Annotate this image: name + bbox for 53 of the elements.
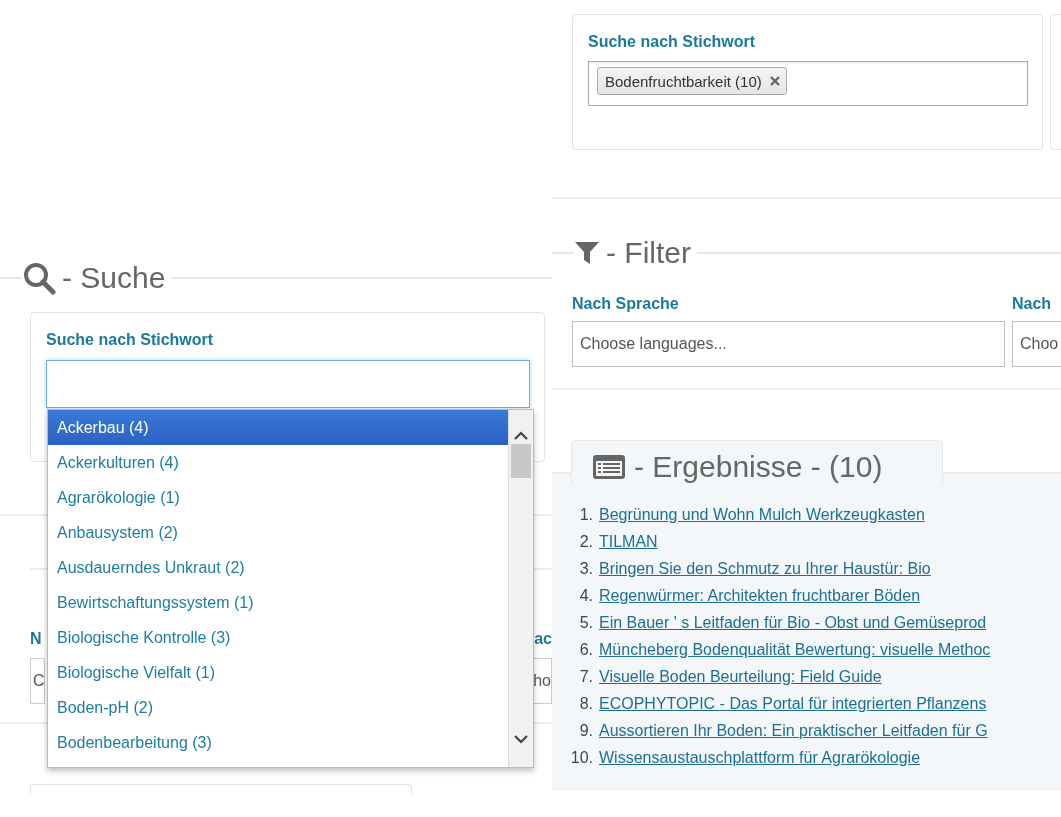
result-link[interactable]: Müncheberg Bodenqualität Bewertung: visuelle Methoc: [599, 640, 991, 659]
list-icon: [592, 454, 626, 480]
dropdown-option[interactable]: Boden-pH (2): [48, 690, 508, 725]
dropdown-option[interactable]: Bewirtschaftungssystem (1): [48, 585, 508, 620]
field-label: Nach Sprache: [572, 295, 680, 313]
result-link[interactable]: ECOPHYTOPIC - Das Portal für integrierten Pflanzens: [599, 694, 987, 713]
result-link[interactable]: TILMAN: [599, 532, 658, 551]
list-number: 5.: [578, 613, 594, 632]
dropdown-option[interactable]: Anbausystem (2): [48, 515, 508, 550]
select-field[interactable]: Choose languages...: [572, 321, 1005, 367]
filter-icon: [574, 240, 600, 266]
result-link[interactable]: Aussortieren Ihr Boden: Ein praktischer Leitfaden für G: [599, 721, 988, 740]
dropdown-option[interactable]: Biologische Kontrolle (3): [48, 620, 508, 655]
keyword-tag: Bodenfruchtbarkeit (10): [597, 67, 787, 95]
scrollbar[interactable]: [508, 410, 533, 767]
list-number: 10.: [569, 748, 594, 767]
keyword-input[interactable]: [46, 360, 530, 408]
section-title: - Filter: [605, 236, 692, 270]
select-field[interactable]: Choo: [1012, 321, 1061, 367]
field-label: Nach: [1012, 295, 1052, 313]
field-label: Suche nach Stichwort: [46, 331, 215, 349]
dropdown-option[interactable]: Biologische Vielfalt (1): [48, 655, 508, 690]
dropdown-option[interactable]: Agrarökologie (1): [48, 480, 508, 515]
dropdown-option[interactable]: Ackerbau (4): [48, 410, 508, 445]
field-label: N: [30, 630, 42, 648]
result-link[interactable]: Wissensaustauschplattform für Agrarökologie: [599, 748, 921, 767]
scroll-down-icon[interactable]: [513, 735, 529, 745]
keyword-input[interactable]: Bodenfruchtbarkeit (10): [588, 61, 1028, 106]
list-number: 3.: [578, 559, 594, 578]
list-number: 9.: [578, 721, 594, 740]
field-label: Suche nach Stichwort: [588, 33, 757, 51]
list-number: 8.: [578, 694, 594, 713]
dropdown-option[interactable]: Ausdauerndes Unkraut (2): [48, 550, 508, 585]
dropdown-option[interactable]: Ackerkulturen (4): [48, 445, 508, 480]
result-link[interactable]: Regenwürmer: Architekten fruchtbarer Böden: [599, 586, 921, 605]
select-field[interactable]: C: [30, 658, 45, 704]
scrollbar-thumb[interactable]: [511, 444, 531, 478]
list-number: 4.: [578, 586, 594, 605]
search-icon: [22, 261, 56, 295]
section-title: - Suche: [61, 261, 167, 295]
result-link[interactable]: Visuelle Boden Beurteilung: Field Guide: [599, 667, 882, 686]
result-link[interactable]: Ein Bauer ' s Leitfaden für Bio - Obst und Gemüseprod: [599, 613, 987, 632]
list-number: 7.: [578, 667, 594, 686]
close-icon[interactable]: [769, 76, 780, 86]
list-number: 2.: [578, 532, 594, 551]
list-number: 6.: [578, 640, 594, 659]
result-link[interactable]: Bringen Sie den Schmutz zu Ihrer Haustür: Bio: [599, 559, 931, 578]
scroll-up-icon[interactable]: [513, 430, 529, 440]
section-title: - Ergebnisse - (10): [634, 450, 883, 484]
list-number: 1.: [578, 505, 594, 524]
field-label: ac: [534, 630, 552, 648]
dropdown-option[interactable]: Bodenbearbeitung (3): [48, 725, 508, 760]
result-link[interactable]: Begrünung und Wohn Mulch Werkzeugkasten: [599, 505, 925, 524]
